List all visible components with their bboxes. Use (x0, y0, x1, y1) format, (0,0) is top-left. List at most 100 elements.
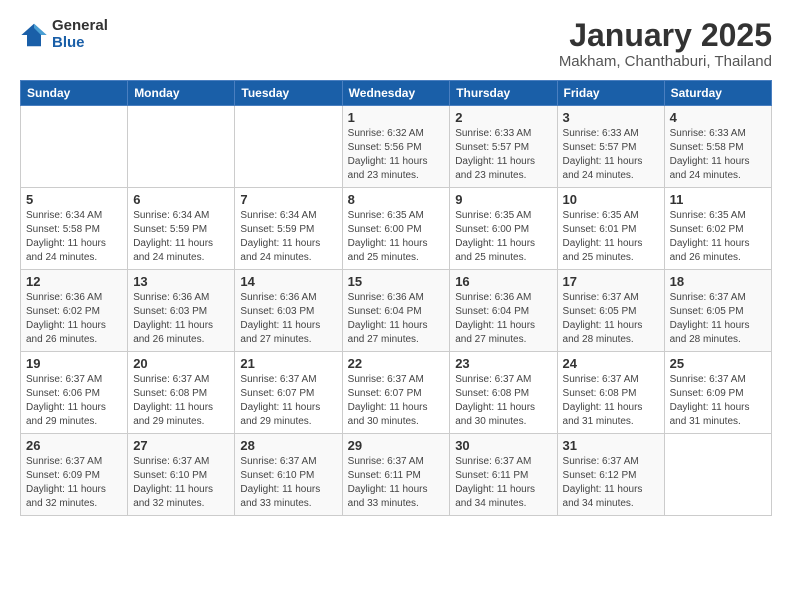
logo-text: General Blue (52, 18, 108, 51)
cell-info: Sunrise: 6:37 AMSunset: 6:10 PMDaylight:… (240, 455, 336, 511)
table-row: 1 Sunrise: 6:32 AMSunset: 5:56 PMDaylight… (342, 106, 450, 188)
cell-info: Sunrise: 6:37 AMSunset: 6:09 PMDaylight:… (26, 455, 122, 511)
cell-date: 24 (563, 356, 659, 371)
cell-info: Sunrise: 6:37 AMSunset: 6:05 PMDaylight:… (670, 291, 766, 347)
cell-info: Sunrise: 6:33 AMSunset: 5:57 PMDaylight:… (563, 127, 659, 183)
col-tuesday: Tuesday (235, 81, 342, 106)
table-row: 27 Sunrise: 6:37 AMSunset: 6:10 PMDayligh… (128, 434, 235, 516)
cell-date: 31 (563, 438, 659, 453)
main-title: January 2025 (559, 18, 772, 53)
calendar-week-row: 26 Sunrise: 6:37 AMSunset: 6:09 PMDayligh… (21, 434, 772, 516)
page-header: General Blue January 2025 Makham, Chanth… (20, 18, 772, 70)
cell-date: 22 (348, 356, 445, 371)
cell-info: Sunrise: 6:32 AMSunset: 5:56 PMDaylight:… (348, 127, 445, 183)
title-block: January 2025 Makham, Chanthaburi, Thaila… (559, 18, 772, 70)
calendar-week-row: 5Sunrise: 6:34 AMSunset: 5:58 PMDaylight… (21, 188, 772, 270)
cell-info: Sunrise: 6:36 AMSunset: 6:03 PMDaylight:… (240, 291, 336, 347)
col-sunday: Sunday (21, 81, 128, 106)
cell-date: 26 (26, 438, 122, 453)
calendar-week-row: 12 Sunrise: 6:36 AMSunset: 6:02 PMDayligh… (21, 270, 772, 352)
main-container: General Blue January 2025 Makham, Chanth… (0, 0, 792, 526)
cell-info: Sunrise: 6:37 AMSunset: 6:11 PMDaylight:… (348, 455, 445, 511)
logo-blue: Blue (52, 35, 108, 52)
table-row: 6 Sunrise: 6:34 AMSunset: 5:59 PMDaylight… (128, 188, 235, 270)
logo: General Blue (20, 18, 108, 51)
cell-info: Sunrise: 6:35 AMSunset: 6:01 PMDaylight:… (563, 209, 659, 265)
cell-date: 7 (240, 192, 336, 207)
cell-date: 21 (240, 356, 336, 371)
cell-date: 25 (670, 356, 766, 371)
cell-date: 17 (563, 274, 659, 289)
cell-info: Sunrise: 6:37 AMSunset: 6:09 PMDaylight:… (670, 373, 766, 429)
cell-date: 6 (133, 192, 229, 207)
table-row: 14 Sunrise: 6:36 AMSunset: 6:03 PMDayligh… (235, 270, 342, 352)
cell-info: Sunrise: 6:34 AMSunset: 5:59 PMDaylight:… (133, 209, 229, 265)
cell-date: 10 (563, 192, 659, 207)
cell-info: Sunrise: 6:37 AMSunset: 6:10 PMDaylight:… (133, 455, 229, 511)
table-row: 20 Sunrise: 6:37 AMSunset: 6:08 PMDayligh… (128, 352, 235, 434)
table-row (21, 106, 128, 188)
table-row: 13 Sunrise: 6:36 AMSunset: 6:03 PMDayligh… (128, 270, 235, 352)
cell-info: Sunrise: 6:34 AMSunset: 5:59 PMDaylight:… (240, 209, 336, 265)
cell-info: Sunrise: 6:35 AMSunset: 6:00 PMDaylight:… (455, 209, 551, 265)
cell-info: Sunrise: 6:34 AMSunset: 5:58 PMDaylight:… (26, 209, 122, 265)
table-row: 2 Sunrise: 6:33 AMSunset: 5:57 PMDaylight… (450, 106, 557, 188)
cell-date: 29 (348, 438, 445, 453)
cell-date: 18 (670, 274, 766, 289)
cell-info: Sunrise: 6:37 AMSunset: 6:08 PMDaylight:… (563, 373, 659, 429)
table-row: 18 Sunrise: 6:37 AMSunset: 6:05 PMDayligh… (664, 270, 771, 352)
cell-info: Sunrise: 6:33 AMSunset: 5:57 PMDaylight:… (455, 127, 551, 183)
table-row: 29 Sunrise: 6:37 AMSunset: 6:11 PMDayligh… (342, 434, 450, 516)
table-row: 26 Sunrise: 6:37 AMSunset: 6:09 PMDayligh… (21, 434, 128, 516)
table-row (128, 106, 235, 188)
cell-date: 11 (670, 192, 766, 207)
table-row: 7 Sunrise: 6:34 AMSunset: 5:59 PMDaylight… (235, 188, 342, 270)
calendar-week-row: 1 Sunrise: 6:32 AMSunset: 5:56 PMDaylight… (21, 106, 772, 188)
cell-date: 2 (455, 110, 551, 125)
cell-date: 28 (240, 438, 336, 453)
table-row: 21 Sunrise: 6:37 AMSunset: 6:07 PMDayligh… (235, 352, 342, 434)
cell-date: 8 (348, 192, 445, 207)
cell-info: Sunrise: 6:37 AMSunset: 6:08 PMDaylight:… (133, 373, 229, 429)
table-row: 23Sunrise: 6:37 AMSunset: 6:08 PMDayligh… (450, 352, 557, 434)
table-row: 5Sunrise: 6:34 AMSunset: 5:58 PMDaylight… (21, 188, 128, 270)
table-row: 10 Sunrise: 6:35 AMSunset: 6:01 PMDayligh… (557, 188, 664, 270)
table-row: 8Sunrise: 6:35 AMSunset: 6:00 PMDaylight… (342, 188, 450, 270)
col-saturday: Saturday (664, 81, 771, 106)
cell-date: 4 (670, 110, 766, 125)
cell-info: Sunrise: 6:36 AMSunset: 6:02 PMDaylight:… (26, 291, 122, 347)
cell-info: Sunrise: 6:37 AMSunset: 6:07 PMDaylight:… (240, 373, 336, 429)
cell-date: 27 (133, 438, 229, 453)
cell-info: Sunrise: 6:36 AMSunset: 6:04 PMDaylight:… (455, 291, 551, 347)
cell-info: Sunrise: 6:37 AMSunset: 6:05 PMDaylight:… (563, 291, 659, 347)
subtitle: Makham, Chanthaburi, Thailand (559, 53, 772, 70)
cell-date: 14 (240, 274, 336, 289)
cell-info: Sunrise: 6:36 AMSunset: 6:03 PMDaylight:… (133, 291, 229, 347)
cell-info: Sunrise: 6:37 AMSunset: 6:12 PMDaylight:… (563, 455, 659, 511)
col-wednesday: Wednesday (342, 81, 450, 106)
table-row: 19Sunrise: 6:37 AMSunset: 6:06 PMDayligh… (21, 352, 128, 434)
table-row: 22 Sunrise: 6:37 AMSunset: 6:07 PMDayligh… (342, 352, 450, 434)
table-row: 31 Sunrise: 6:37 AMSunset: 6:12 PMDayligh… (557, 434, 664, 516)
cell-date: 15 (348, 274, 445, 289)
table-row (664, 434, 771, 516)
cell-date: 20 (133, 356, 229, 371)
table-row: 28 Sunrise: 6:37 AMSunset: 6:10 PMDayligh… (235, 434, 342, 516)
cell-date: 1 (348, 110, 445, 125)
cell-date: 9 (455, 192, 551, 207)
table-row: 17 Sunrise: 6:37 AMSunset: 6:05 PMDayligh… (557, 270, 664, 352)
col-monday: Monday (128, 81, 235, 106)
table-row: 12 Sunrise: 6:36 AMSunset: 6:02 PMDayligh… (21, 270, 128, 352)
cell-date: 30 (455, 438, 551, 453)
cell-info: Sunrise: 6:37 AMSunset: 6:11 PMDaylight:… (455, 455, 551, 511)
table-row: 24 Sunrise: 6:37 AMSunset: 6:08 PMDayligh… (557, 352, 664, 434)
cell-date: 13 (133, 274, 229, 289)
table-row: 15 Sunrise: 6:36 AMSunset: 6:04 PMDayligh… (342, 270, 450, 352)
cell-date: 3 (563, 110, 659, 125)
cell-date: 12 (26, 274, 122, 289)
cell-info: Sunrise: 6:36 AMSunset: 6:04 PMDaylight:… (348, 291, 445, 347)
logo-general: General (52, 18, 108, 35)
table-row: 16Sunrise: 6:36 AMSunset: 6:04 PMDayligh… (450, 270, 557, 352)
cell-info: Sunrise: 6:37 AMSunset: 6:07 PMDaylight:… (348, 373, 445, 429)
table-row: 4Sunrise: 6:33 AMSunset: 5:58 PMDaylight… (664, 106, 771, 188)
